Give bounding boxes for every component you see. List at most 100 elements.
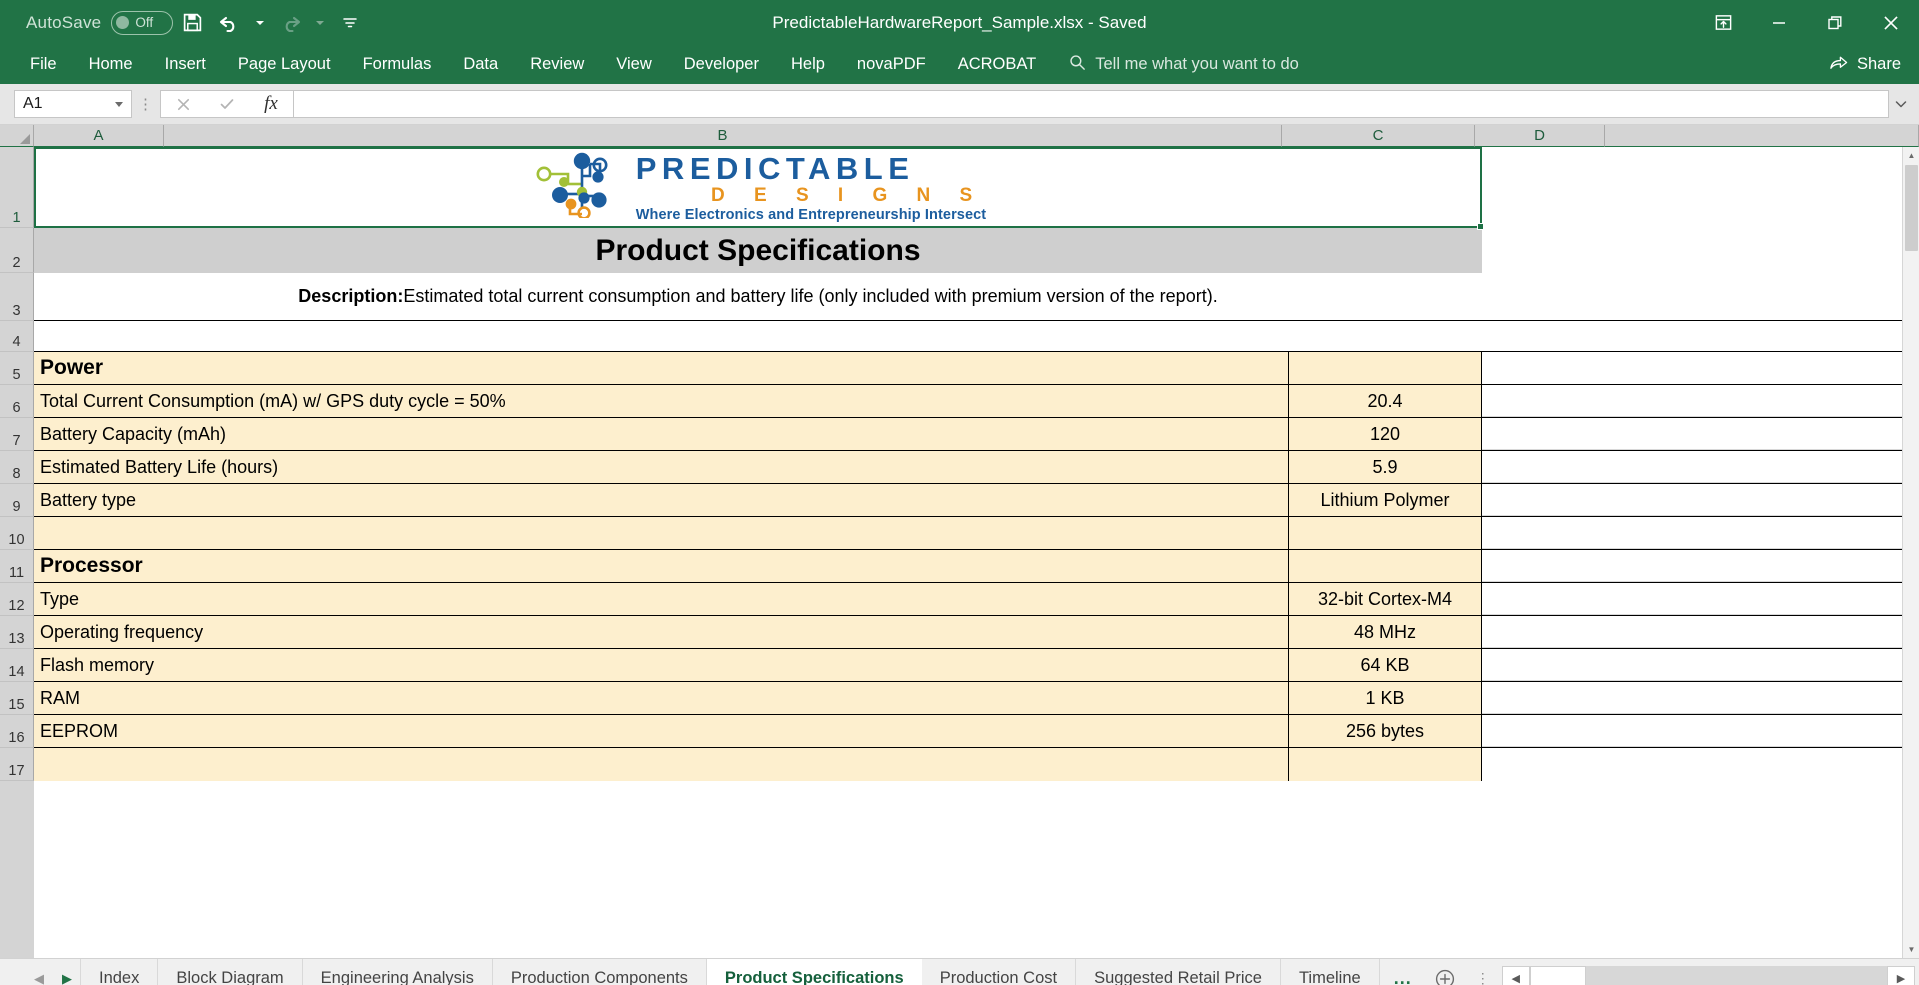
sheet-tab-block-diagram[interactable]: Block Diagram bbox=[158, 959, 303, 985]
cell-d9[interactable] bbox=[1482, 484, 1612, 516]
cell-d13[interactable] bbox=[1482, 616, 1612, 648]
cell-e11[interactable] bbox=[1612, 550, 1919, 582]
row-header-8[interactable]: 8 bbox=[0, 451, 34, 484]
cell-c6-value[interactable]: 20.4 bbox=[1289, 385, 1482, 417]
cell-e9[interactable] bbox=[1612, 484, 1919, 516]
cell-a8-label[interactable]: Estimated Battery Life (hours) bbox=[34, 451, 1289, 483]
cell-e5[interactable] bbox=[1612, 352, 1919, 384]
cell-d12[interactable] bbox=[1482, 583, 1612, 615]
cell-a4[interactable] bbox=[34, 321, 1482, 351]
cell-a15-label[interactable]: RAM bbox=[34, 682, 1289, 714]
ribbon-tab-developer[interactable]: Developer bbox=[668, 45, 775, 84]
sheet-tab-engineering-analysis[interactable]: Engineering Analysis bbox=[303, 959, 493, 985]
row-header-3[interactable]: 3 bbox=[0, 273, 34, 321]
cell-a10[interactable] bbox=[34, 517, 1289, 549]
sheet-tab-suggested-retail-price[interactable]: Suggested Retail Price bbox=[1076, 959, 1281, 985]
scroll-down-icon[interactable]: ▼ bbox=[1903, 941, 1919, 958]
cell-a13-label[interactable]: Operating frequency bbox=[34, 616, 1289, 648]
undo-icon[interactable] bbox=[211, 4, 249, 42]
row-header-4[interactable]: 4 bbox=[0, 321, 34, 352]
cell-c15-value[interactable]: 1 KB bbox=[1289, 682, 1482, 714]
customize-quick-access-toolbar-icon[interactable] bbox=[331, 4, 369, 42]
cell-e16[interactable] bbox=[1612, 715, 1919, 747]
cell-c11[interactable] bbox=[1289, 550, 1482, 582]
row-header-15[interactable]: 15 bbox=[0, 682, 34, 715]
cell-e1[interactable] bbox=[1612, 147, 1919, 228]
redo-icon[interactable] bbox=[271, 4, 309, 42]
cell-c16-value[interactable]: 256 bytes bbox=[1289, 715, 1482, 747]
row-header-11[interactable]: 11 bbox=[0, 550, 34, 583]
horizontal-scroll-thumb[interactable] bbox=[1529, 966, 1586, 985]
column-header-b[interactable]: B bbox=[164, 125, 1282, 147]
more-sheets-button[interactable]: ... bbox=[1380, 959, 1426, 985]
cell-d11[interactable] bbox=[1482, 550, 1612, 582]
cell-e3[interactable] bbox=[1612, 273, 1919, 320]
cell-d1[interactable] bbox=[1482, 147, 1612, 228]
cell-a12-label[interactable]: Type bbox=[34, 583, 1289, 615]
sheet-tab-production-cost[interactable]: Production Cost bbox=[922, 959, 1077, 985]
scroll-up-icon[interactable]: ▲ bbox=[1903, 147, 1919, 164]
cell-a14-label[interactable]: Flash memory bbox=[34, 649, 1289, 681]
tell-me-search[interactable]: Tell me what you want to do bbox=[1068, 53, 1299, 77]
ribbon-tab-insert[interactable]: Insert bbox=[149, 45, 222, 84]
scroll-right-icon[interactable]: ▶ bbox=[1887, 966, 1915, 985]
cell-d15[interactable] bbox=[1482, 682, 1612, 714]
cell-c12-value[interactable]: 32-bit Cortex-M4 bbox=[1289, 583, 1482, 615]
cell-a16-label[interactable]: EEPROM bbox=[34, 715, 1289, 747]
cell-a7-label[interactable]: Battery Capacity (mAh) bbox=[34, 418, 1289, 450]
close-icon[interactable] bbox=[1863, 0, 1919, 45]
cell-d7[interactable] bbox=[1482, 418, 1612, 450]
row-header-9[interactable]: 9 bbox=[0, 484, 34, 517]
cell-d2[interactable] bbox=[1482, 228, 1612, 273]
cell-a2-page-title[interactable]: Product Specifications bbox=[34, 228, 1482, 273]
cell-e6[interactable] bbox=[1612, 385, 1919, 417]
vertical-scroll-thumb[interactable] bbox=[1905, 165, 1918, 251]
next-sheet-icon[interactable]: ▶ bbox=[62, 971, 72, 985]
name-box[interactable]: A1 bbox=[14, 90, 132, 118]
cell-e13[interactable] bbox=[1612, 616, 1919, 648]
previous-sheet-icon[interactable]: ◀ bbox=[34, 971, 44, 985]
row-header-12[interactable]: 12 bbox=[0, 583, 34, 616]
horizontal-scroll-track[interactable] bbox=[1529, 966, 1887, 985]
row-header-7[interactable]: 7 bbox=[0, 418, 34, 451]
cell-c13-value[interactable]: 48 MHz bbox=[1289, 616, 1482, 648]
cell-a6-label[interactable]: Total Current Consumption (mA) w/ GPS du… bbox=[34, 385, 1289, 417]
row-header-17[interactable]: 17 bbox=[0, 748, 34, 781]
vertical-scrollbar[interactable]: ▲ ▼ bbox=[1902, 147, 1919, 958]
row-header-5[interactable]: 5 bbox=[0, 352, 34, 385]
cell-d3[interactable] bbox=[1482, 273, 1612, 320]
ribbon-tab-formulas[interactable]: Formulas bbox=[347, 45, 448, 84]
expand-formula-bar-icon[interactable] bbox=[1889, 90, 1913, 118]
cell-a5-section-power[interactable]: Power bbox=[34, 352, 1289, 384]
cell-e7[interactable] bbox=[1612, 418, 1919, 450]
ribbon-tab-help[interactable]: Help bbox=[775, 45, 841, 84]
cell-d6[interactable] bbox=[1482, 385, 1612, 417]
sheet-tab-product-specifications[interactable]: Product Specifications bbox=[706, 959, 922, 985]
cell-d16[interactable] bbox=[1482, 715, 1612, 747]
cancel-icon[interactable] bbox=[161, 91, 205, 117]
row-header-13[interactable]: 13 bbox=[0, 616, 34, 649]
cell-e14[interactable] bbox=[1612, 649, 1919, 681]
formula-input[interactable] bbox=[293, 90, 1889, 118]
ribbon-display-options-icon[interactable] bbox=[1695, 0, 1751, 45]
ribbon-tab-data[interactable]: Data bbox=[447, 45, 514, 84]
cell-d5[interactable] bbox=[1482, 352, 1612, 384]
cell-c7-value[interactable]: 120 bbox=[1289, 418, 1482, 450]
cell-c9-value[interactable]: Lithium Polymer bbox=[1289, 484, 1482, 516]
cell-a11-section-processor[interactable]: Processor bbox=[34, 550, 1289, 582]
split-handle-icon[interactable]: ⋮ bbox=[132, 95, 160, 113]
cell-c10[interactable] bbox=[1289, 517, 1482, 549]
cell-a9-label[interactable]: Battery type bbox=[34, 484, 1289, 516]
column-header-a[interactable]: A bbox=[34, 125, 164, 147]
cell-e10[interactable] bbox=[1612, 517, 1919, 549]
cell-c8-value[interactable]: 5.9 bbox=[1289, 451, 1482, 483]
ribbon-tab-novapdf[interactable]: novaPDF bbox=[841, 45, 942, 84]
select-all-button[interactable] bbox=[0, 125, 34, 147]
save-icon[interactable] bbox=[173, 4, 211, 42]
cell-d10[interactable] bbox=[1482, 517, 1612, 549]
ribbon-tab-page-layout[interactable]: Page Layout bbox=[222, 45, 347, 84]
share-button[interactable]: Share bbox=[1828, 53, 1901, 77]
minimize-icon[interactable] bbox=[1751, 0, 1807, 45]
cell-e15[interactable] bbox=[1612, 682, 1919, 714]
row-header-1[interactable]: 1 bbox=[0, 147, 34, 228]
